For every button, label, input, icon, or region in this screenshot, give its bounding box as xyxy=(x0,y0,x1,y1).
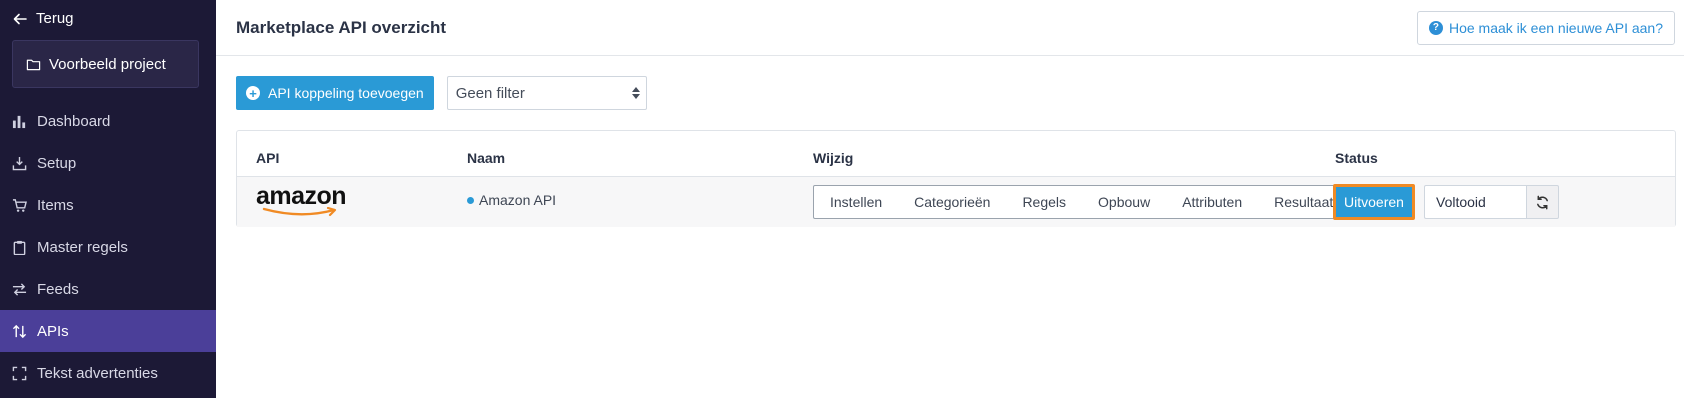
filter-value: Geen filter xyxy=(455,84,525,102)
sidebar-item-label: Feeds xyxy=(37,280,79,298)
table-row: amazon Amazon API Instellen Categorieën … xyxy=(237,177,1675,227)
question-icon: ? xyxy=(1428,20,1443,35)
sidebar-item-label: Master regels xyxy=(37,238,128,256)
sidebar-nav: Dashboard Setup Items Master regels Feed… xyxy=(0,100,216,394)
add-api-label: API koppeling toevoegen xyxy=(268,85,424,101)
download-tray-icon xyxy=(12,156,27,170)
expand-icon xyxy=(12,366,27,380)
sidebar-item-dashboard[interactable]: Dashboard xyxy=(0,100,216,142)
filter-select[interactable]: Geen filter xyxy=(446,76,647,110)
sidebar-item-items[interactable]: Items xyxy=(0,184,216,226)
sidebar-item-label: Setup xyxy=(37,154,77,172)
api-name: Amazon API xyxy=(467,192,556,208)
tab-instellen[interactable]: Instellen xyxy=(814,194,898,210)
status-field: Voltooid xyxy=(1424,185,1526,219)
app: Terug Voorbeeld project Dashboard Setup … xyxy=(0,0,1684,398)
refresh-icon xyxy=(1537,195,1548,209)
sidebar-item-tekst-advertenties[interactable]: Tekst advertenties xyxy=(0,352,216,394)
cart-icon xyxy=(12,198,27,212)
toolbar: + API koppeling toevoegen Geen filter xyxy=(236,76,647,110)
tab-attributen[interactable]: Attributen xyxy=(1166,194,1258,210)
sidebar-item-feeds[interactable]: Feeds xyxy=(0,268,216,310)
sidebar: Terug Voorbeeld project Dashboard Setup … xyxy=(0,0,216,398)
page-title: Marketplace API overzicht xyxy=(236,17,447,37)
project-name: Voorbeeld project xyxy=(49,55,166,73)
tab-categorieen[interactable]: Categorieën xyxy=(898,194,1006,210)
sidebar-item-apis[interactable]: APIs xyxy=(0,310,216,352)
column-header-status: Status xyxy=(1335,150,1378,166)
api-table: API Naam Wijzig Status amazon Amazon API xyxy=(236,130,1676,227)
page-header: Marketplace API overzicht ? Hoe maak ik … xyxy=(216,0,1684,56)
back-label: Terug xyxy=(36,10,74,27)
help-button[interactable]: ? Hoe maak ik een nieuwe API aan? xyxy=(1416,10,1675,45)
main-content: Marketplace API overzicht ? Hoe maak ik … xyxy=(216,0,1684,398)
arrow-left-icon xyxy=(13,13,27,24)
sidebar-item-label: Items xyxy=(37,196,74,214)
plus-circle-icon: + xyxy=(246,86,260,100)
back-link[interactable]: Terug xyxy=(12,10,74,27)
help-label: Hoe maak ik een nieuwe API aan? xyxy=(1448,19,1663,36)
project-selector[interactable]: Voorbeeld project xyxy=(12,40,199,88)
sidebar-item-label: APIs xyxy=(37,322,69,340)
status-dot-icon xyxy=(467,196,474,204)
sidebar-item-label: Tekst advertenties xyxy=(37,364,158,382)
run-button[interactable]: Uitvoeren xyxy=(1333,184,1415,220)
column-header-name: Naam xyxy=(467,150,506,166)
bar-chart-icon xyxy=(12,115,26,128)
tab-regels[interactable]: Regels xyxy=(1006,194,1082,210)
amazon-logo: amazon xyxy=(256,182,356,219)
arrows-exchange-icon xyxy=(12,282,27,296)
sidebar-item-master-regels[interactable]: Master regels xyxy=(0,226,216,268)
sidebar-item-setup[interactable]: Setup xyxy=(0,142,216,184)
api-name-text: Amazon API xyxy=(479,192,557,208)
sort-arrows-icon xyxy=(12,324,27,338)
add-api-button[interactable]: + API koppeling toevoegen xyxy=(236,76,434,110)
clipboard-icon xyxy=(13,240,26,255)
sidebar-item-label: Dashboard xyxy=(37,112,111,130)
edit-tabs: Instellen Categorieën Regels Opbouw Attr… xyxy=(813,185,1351,219)
table-header: API Naam Wijzig Status xyxy=(237,131,1675,177)
select-arrows-icon xyxy=(631,87,640,99)
column-header-edit: Wijzig xyxy=(813,150,854,166)
refresh-button[interactable] xyxy=(1526,185,1559,219)
column-header-api: API xyxy=(256,150,280,166)
tab-opbouw[interactable]: Opbouw xyxy=(1082,194,1166,210)
amazon-logo-text: amazon xyxy=(256,182,347,210)
folder-icon xyxy=(26,59,41,70)
